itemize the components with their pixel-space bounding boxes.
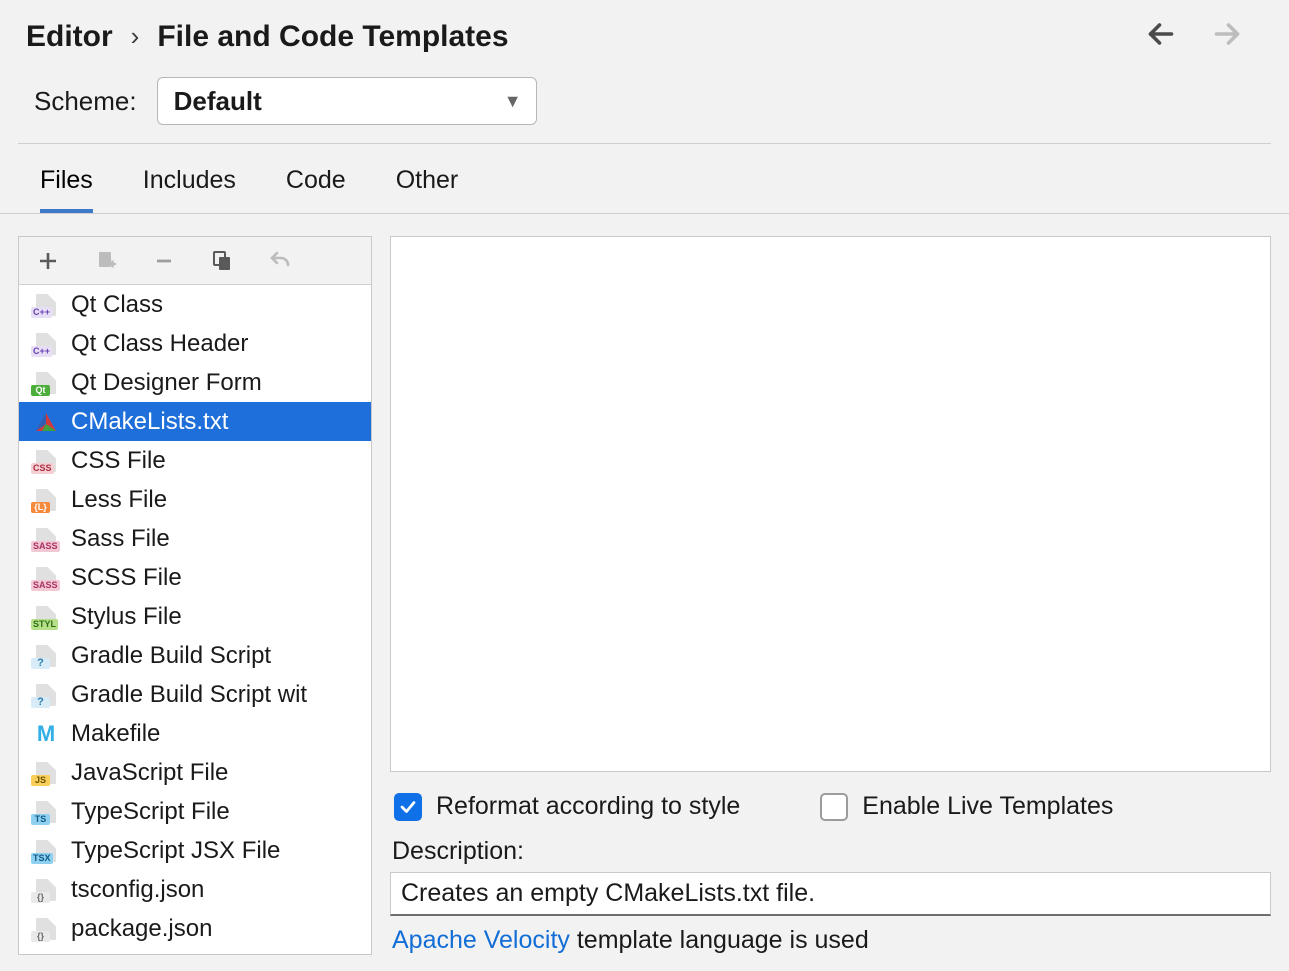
file-icon: STYL [31, 605, 61, 629]
breadcrumb-page: File and Code Templates [157, 20, 508, 54]
list-item-label: SCSS File [71, 564, 182, 592]
tab-other[interactable]: Other [396, 166, 459, 213]
file-icon: TS [31, 800, 61, 824]
file-icon: C++ [31, 332, 61, 356]
list-item[interactable]: C++ Qt Class Header [19, 324, 371, 363]
list-item-label: Gradle Build Script [71, 642, 271, 670]
list-item-label: Qt Class Header [71, 330, 248, 358]
template-editor[interactable] [390, 236, 1271, 772]
file-icon [31, 410, 61, 434]
list-item[interactable]: C++ Qt Class [19, 285, 371, 324]
file-icon: {} [31, 878, 61, 902]
list-item[interactable]: Qt Qt Designer Form [19, 363, 371, 402]
file-icon: ? [31, 644, 61, 668]
undo-icon[interactable] [267, 248, 293, 274]
list-item[interactable]: ? Gradle Build Script [19, 636, 371, 675]
list-item-label: Gradle Build Script wit [71, 681, 307, 709]
list-item-label: Qt Designer Form [71, 369, 262, 397]
list-item[interactable]: TS TypeScript File [19, 792, 371, 831]
list-item-label: Stylus File [71, 603, 182, 631]
description-field[interactable]: Creates an empty CMakeLists.txt file. [390, 872, 1271, 916]
list-item-label: TypeScript JSX File [71, 837, 280, 865]
list-item-label: Sass File [71, 525, 170, 553]
file-icon: JS [31, 761, 61, 785]
list-item[interactable]: {L} Less File [19, 480, 371, 519]
back-icon[interactable] [1143, 16, 1179, 57]
add-icon[interactable] [35, 248, 61, 274]
list-item-label: Makefile [71, 720, 160, 748]
list-item[interactable]: JS JavaScript File [19, 753, 371, 792]
scheme-label: Scheme: [34, 86, 137, 117]
scheme-value: Default [174, 86, 262, 117]
list-item[interactable]: {} package.json [19, 909, 371, 948]
live-templates-checkbox[interactable]: Enable Live Templates [820, 792, 1113, 821]
list-item-label: tsconfig.json [71, 876, 204, 904]
tab-code[interactable]: Code [286, 166, 346, 213]
list-item-label: Less File [71, 486, 167, 514]
list-item[interactable]: CMakeLists.txt [19, 402, 371, 441]
tab-files[interactable]: Files [40, 166, 93, 213]
list-item-label: CMakeLists.txt [71, 408, 228, 436]
list-item-label: package.json [71, 915, 212, 943]
template-list[interactable]: C++ Qt Class C++ Qt Class Header Qt Qt Design… [19, 285, 371, 954]
file-icon: TSX [31, 839, 61, 863]
breadcrumb-root[interactable]: Editor [26, 20, 113, 54]
live-templates-label: Enable Live Templates [862, 792, 1113, 821]
list-item[interactable]: TSX TypeScript JSX File [19, 831, 371, 870]
list-item[interactable]: SASS Sass File [19, 519, 371, 558]
list-item[interactable]: CSS CSS File [19, 441, 371, 480]
scheme-select[interactable]: Default ▼ [157, 77, 537, 125]
list-item-label: JavaScript File [71, 759, 228, 787]
apache-velocity-link[interactable]: Apache Velocity [392, 926, 570, 954]
reformat-checkbox[interactable]: Reformat according to style [394, 792, 740, 821]
file-icon: {} [31, 917, 61, 941]
copy-icon[interactable] [209, 248, 235, 274]
tab-includes[interactable]: Includes [143, 166, 236, 213]
remove-icon[interactable] [151, 248, 177, 274]
chevron-down-icon: ▼ [504, 91, 522, 112]
forward-icon[interactable] [1209, 16, 1245, 57]
file-icon: SASS [31, 527, 61, 551]
reformat-label: Reformat according to style [436, 792, 740, 821]
list-item-label: CSS File [71, 447, 166, 475]
file-icon: SASS [31, 566, 61, 590]
file-icon: M [31, 722, 61, 746]
description-label: Description: [390, 831, 1271, 872]
list-item[interactable]: SASS SCSS File [19, 558, 371, 597]
list-item[interactable]: STYL Stylus File [19, 597, 371, 636]
list-item[interactable]: ? Gradle Build Script wit [19, 675, 371, 714]
file-icon: {L} [31, 488, 61, 512]
add-from-template-icon[interactable] [93, 248, 119, 274]
file-icon: Qt [31, 371, 61, 395]
list-item-label: Qt Class [71, 291, 163, 319]
file-icon: CSS [31, 449, 61, 473]
breadcrumb: Editor › File and Code Templates [26, 20, 509, 54]
chevron-right-icon: › [131, 21, 140, 52]
file-icon: ? [31, 683, 61, 707]
list-item[interactable]: M Makefile [19, 714, 371, 753]
list-item-label: TypeScript File [71, 798, 230, 826]
list-item[interactable]: {} tsconfig.json [19, 870, 371, 909]
file-icon: C++ [31, 293, 61, 317]
template-list-panel: C++ Qt Class C++ Qt Class Header Qt Qt Design… [18, 236, 372, 955]
template-language-hint: Apache Velocity template language is use… [390, 916, 1271, 955]
